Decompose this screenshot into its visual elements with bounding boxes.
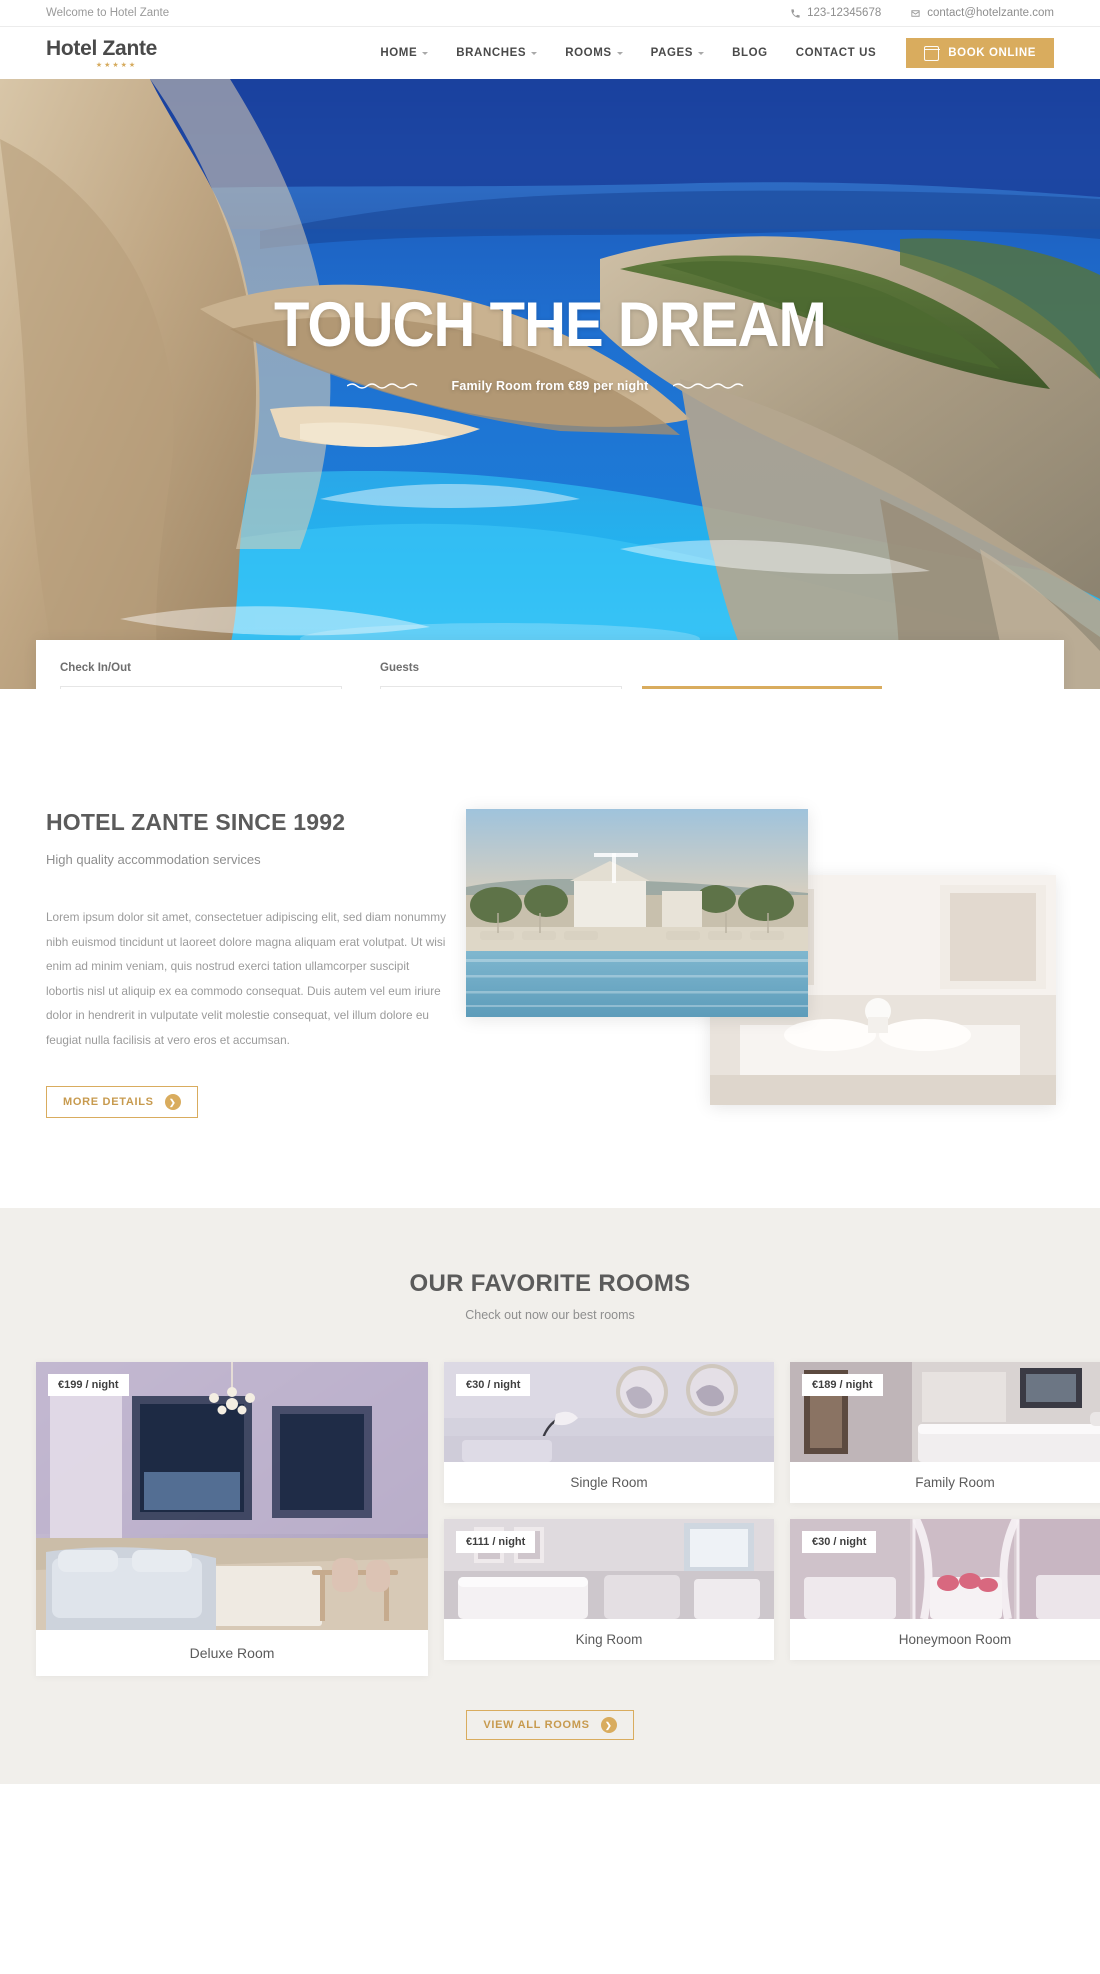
about-image-column: [466, 809, 1056, 1105]
book-online-button[interactable]: BOOK ONLINE: [906, 38, 1054, 68]
more-details-label: MORE DETAILS: [63, 1096, 154, 1109]
checkinout-input[interactable]: Check In → Check Out: [60, 686, 342, 689]
room-card-single[interactable]: €30 / night Single Room: [444, 1362, 774, 1504]
room-image-honeymoon: €30 / night: [790, 1519, 1100, 1620]
topbar-contacts: 123-12345678 contact@hotelzante.com: [789, 7, 1054, 19]
room-name-deluxe: Deluxe Room: [189, 1645, 275, 1662]
more-details-button[interactable]: MORE DETAILS ❯: [46, 1086, 198, 1119]
price-badge: €30 / night: [802, 1531, 877, 1554]
about-section: HOTEL ZANTE SINCE 1992 High quality acco…: [0, 689, 1100, 1209]
booking-bar-wrapper: Check In/Out Check In → Check Out Guests…: [36, 640, 1064, 689]
chevron-down-icon: [698, 51, 705, 55]
rooms-title: OUR FAVORITE ROOMS: [409, 1270, 691, 1298]
rooms-row-top: €30 / night Single Room €189 / night Fam…: [444, 1362, 1100, 1504]
view-all-rooms-button[interactable]: VIEW ALL ROOMS ❯: [466, 1710, 634, 1741]
hero-title: TOUCH THE DREAM: [274, 290, 827, 360]
room-image-deluxe: €199 / night: [36, 1362, 428, 1631]
rooms-row-bottom: €111 / night King Room €30 / night Honey…: [444, 1519, 1100, 1661]
logo-stars: ★★★★★: [95, 61, 138, 69]
logo[interactable]: Hotel Zante ★★★★★: [46, 38, 157, 69]
price-badge: €111 / night: [456, 1531, 536, 1554]
hero-content: TOUCH THE DREAM Family Room from €89 per…: [0, 290, 1100, 394]
page-root: Welcome to Hotel Zante 123-12345678 cont…: [0, 0, 1100, 1785]
rooms-section: OUR FAVORITE ROOMS Check out now our bes…: [0, 1208, 1100, 1785]
room-name-honeymoon: Honeymoon Room: [898, 1632, 1012, 1648]
price-badge: €30 / night: [456, 1374, 531, 1397]
arrow-right-circle-icon: ❯: [164, 1094, 181, 1111]
nav-label: BLOG: [732, 47, 768, 59]
wavy-line-right-icon: [672, 381, 753, 391]
about-photo-pool: [466, 809, 808, 1017]
envelope-icon: [909, 7, 921, 19]
chevron-down-icon: [422, 51, 429, 55]
room-image-king: €111 / night: [444, 1519, 774, 1620]
calendar-icon: [923, 45, 940, 61]
hero-section: TOUCH THE DREAM Family Room from €89 per…: [0, 79, 1100, 689]
rooms-subtitle: Check out now our best rooms: [465, 1308, 635, 1323]
nav-item-blog[interactable]: BLOG: [718, 47, 782, 59]
guests-label: Guests: [380, 662, 419, 674]
rooms-header: OUR FAVORITE ROOMS Check out now our bes…: [36, 1270, 1064, 1322]
price-badge: €199 / night: [48, 1374, 129, 1397]
nav-label: ROOMS: [565, 47, 612, 59]
chevron-down-icon: [531, 51, 538, 55]
arrow-right-circle-icon: ❯: [600, 1717, 617, 1734]
check-availability-button[interactable]: CHECK AVAILABILITY: [642, 686, 882, 689]
main-navigation: HOME BRANCHES ROOMS PAGES BLOG CONTACT U…: [366, 38, 1054, 68]
room-name-king: King Room: [575, 1632, 643, 1648]
phone-contact[interactable]: 123-12345678: [789, 7, 881, 19]
room-card-honeymoon[interactable]: €30 / night Honeymoon Room: [790, 1519, 1100, 1661]
room-name-family: Family Room: [915, 1475, 995, 1491]
nav-label: HOME: [380, 47, 418, 59]
site-header: Hotel Zante ★★★★★ HOME BRANCHES ROOMS PA…: [0, 27, 1100, 79]
room-card-king[interactable]: €111 / night King Room: [444, 1519, 774, 1661]
email-contact[interactable]: contact@hotelzante.com: [909, 7, 1054, 19]
room-image-family: €189 / night: [790, 1362, 1100, 1463]
nav-label: BRANCHES: [456, 47, 527, 59]
phone-icon: [789, 7, 801, 19]
about-body-text: Lorem ipsum dolor sit amet, consectetuer…: [46, 910, 446, 1047]
view-all-rooms-wrapper: VIEW ALL ROOMS ❯: [36, 1710, 1064, 1741]
room-image-single: €30 / night: [444, 1362, 774, 1463]
checkinout-field: Check In/Out Check In → Check Out: [60, 662, 342, 689]
top-bar: Welcome to Hotel Zante 123-12345678 cont…: [0, 0, 1100, 27]
welcome-text: Welcome to Hotel Zante: [46, 7, 170, 19]
wavy-line-left-icon: [347, 381, 427, 391]
checkinout-label: Check In/Out: [60, 662, 131, 674]
logo-text: Hotel Zante: [46, 36, 158, 60]
guests-field: Guests Guests 1: [380, 662, 622, 689]
room-card-deluxe[interactable]: €199 / night Deluxe Room: [36, 1362, 428, 1677]
nav-label: PAGES: [650, 47, 694, 59]
nav-item-rooms[interactable]: ROOMS: [551, 47, 636, 59]
guests-input[interactable]: Guests 1: [380, 686, 622, 689]
nav-item-contact-us[interactable]: CONTACT US: [782, 47, 891, 59]
about-title: HOTEL ZANTE SINCE 1992: [46, 809, 346, 835]
about-text-column: HOTEL ZANTE SINCE 1992 High quality acco…: [46, 809, 446, 1119]
rooms-grid: €199 / night Deluxe Room €30 / night Sin…: [36, 1362, 1100, 1677]
price-badge: €189 / night: [802, 1374, 883, 1397]
nav-label: CONTACT US: [795, 47, 877, 59]
email-address: contact@hotelzante.com: [927, 7, 1054, 19]
about-subtitle: High quality accommodation services: [46, 852, 261, 867]
rooms-right-column: €30 / night Single Room €189 / night Fam…: [444, 1362, 1100, 1676]
room-card-family[interactable]: €189 / night Family Room: [790, 1362, 1100, 1504]
nav-item-home[interactable]: HOME: [366, 47, 442, 59]
hero-subtitle-row: Family Room from €89 per night: [0, 379, 1100, 393]
hero-subtitle: Family Room from €89 per night: [451, 379, 649, 393]
phone-number: 123-12345678: [807, 7, 882, 19]
room-name-single: Single Room: [570, 1475, 648, 1491]
view-all-rooms-label: VIEW ALL ROOMS: [483, 1719, 590, 1732]
nav-item-branches[interactable]: BRANCHES: [442, 47, 551, 59]
chevron-down-icon: [616, 51, 623, 55]
booking-bar: Check In/Out Check In → Check Out Guests…: [36, 640, 1064, 689]
nav-item-pages[interactable]: PAGES: [637, 47, 718, 59]
book-online-label: BOOK ONLINE: [948, 47, 1036, 59]
